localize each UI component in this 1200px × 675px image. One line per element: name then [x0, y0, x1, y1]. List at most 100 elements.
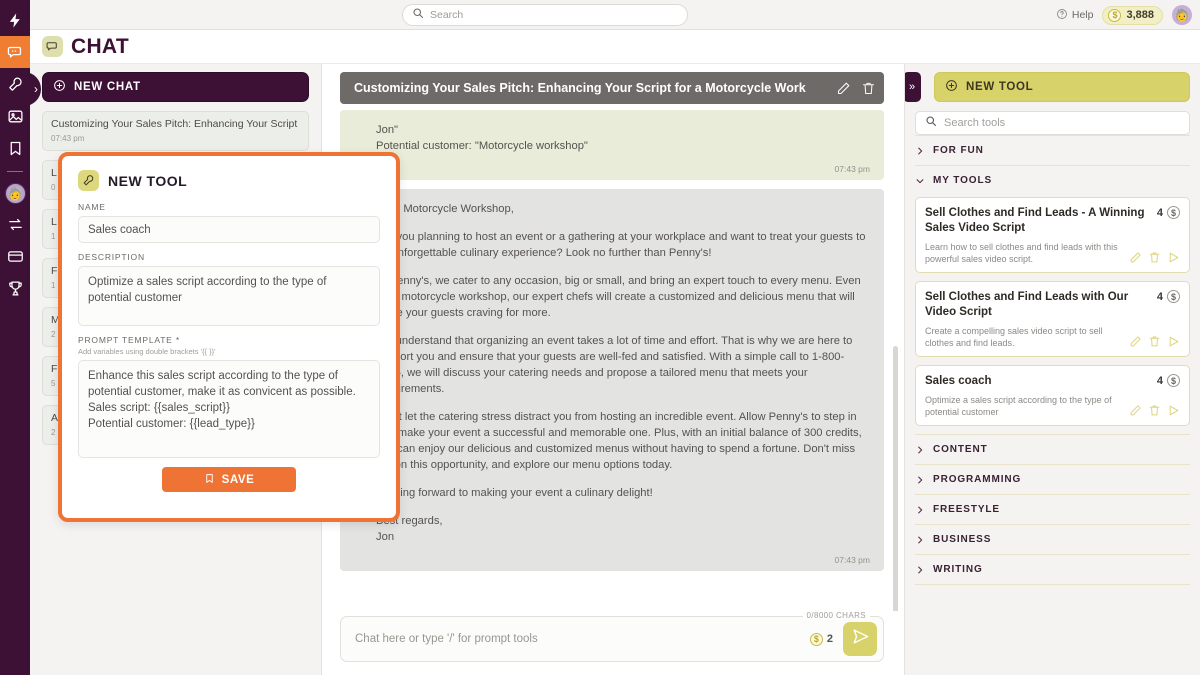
- description-label: DESCRIPTION: [78, 252, 380, 262]
- trash-icon[interactable]: [1148, 404, 1161, 417]
- tools-search-input[interactable]: [944, 117, 1180, 129]
- message-text: Best regards, Jon: [376, 513, 870, 545]
- tools-search[interactable]: [915, 111, 1190, 135]
- tool-price-value: 4: [1157, 375, 1163, 387]
- message-time: 07:43 pm: [376, 555, 870, 565]
- chat-input[interactable]: Chat here or type '/' for prompt tools: [355, 633, 800, 645]
- chevron-double-right-icon[interactable]: »: [904, 72, 921, 102]
- chevron-right-icon: [915, 505, 925, 515]
- save-label: SAVE: [222, 474, 255, 486]
- composer[interactable]: Chat here or type '/' for prompt tools $…: [340, 616, 884, 662]
- top-bar: Help $ 3,888 🧓: [30, 0, 1200, 30]
- search-input[interactable]: [430, 9, 678, 21]
- coin-icon: $: [1167, 206, 1180, 219]
- chevron-right-icon: [915, 475, 925, 485]
- modal-title: NEW TOOL: [108, 173, 187, 189]
- tool-category-my-tools[interactable]: MY TOOLS: [915, 165, 1190, 195]
- tool-category-freestyle[interactable]: FREESTYLE: [915, 494, 1190, 524]
- global-search[interactable]: [402, 4, 688, 26]
- search-icon: [412, 6, 424, 24]
- category-label: CONTENT: [933, 444, 988, 455]
- coin-icon: $: [1167, 290, 1180, 303]
- category-label: MY TOOLS: [933, 175, 992, 186]
- tool-name-input[interactable]: Sales coach: [78, 216, 380, 243]
- tool-category-for-fun[interactable]: FOR FUN: [915, 135, 1190, 165]
- tool-card[interactable]: Sell Clothes and Find Leads - A Winning …: [915, 197, 1190, 273]
- top-bar-right: Help $ 3,888 🧓: [1056, 0, 1192, 30]
- category-label: FOR FUN: [933, 145, 984, 156]
- rail-item-transfer[interactable]: [0, 208, 30, 240]
- wrench-icon: [7, 76, 24, 93]
- send-icon: [851, 627, 870, 651]
- prompt-template-hint: Add variables using double brackets '{{ …: [78, 347, 380, 356]
- tool-description: Optimize a sales script according to the…: [925, 394, 1123, 418]
- tool-category-content[interactable]: CONTENT: [915, 434, 1190, 464]
- tool-category-programming[interactable]: PROGRAMMING: [915, 464, 1190, 494]
- play-icon[interactable]: [1167, 404, 1180, 417]
- bookmark-icon: [7, 140, 24, 157]
- tool-card[interactable]: Sell Clothes and Find Leads with Our Vid…: [915, 281, 1190, 357]
- tool-category-writing[interactable]: WRITING: [915, 554, 1190, 584]
- tool-name: Sales coach: [925, 374, 1149, 389]
- edit-icon[interactable]: [1129, 404, 1142, 417]
- message-text: We understand that organizing an event t…: [376, 333, 870, 397]
- trash-icon[interactable]: [1148, 251, 1161, 264]
- chevron-right-icon[interactable]: ›: [30, 72, 41, 106]
- rail-item-saved[interactable]: [0, 132, 30, 164]
- chat-list-item[interactable]: Customizing Your Sales Pitch: Enhancing …: [42, 111, 309, 151]
- trash-icon[interactable]: [1148, 335, 1161, 348]
- user-avatar[interactable]: 🧓: [1172, 5, 1192, 25]
- rail-item-rewards[interactable]: [0, 272, 30, 304]
- save-button[interactable]: SAVE: [162, 467, 296, 492]
- pencil-icon[interactable]: [836, 81, 851, 96]
- coin-icon: $: [1108, 9, 1121, 22]
- left-rail: 🧓: [0, 0, 30, 675]
- tool-name: Sell Clothes and Find Leads with Our Vid…: [925, 290, 1149, 320]
- tools-panel: » NEW TOOL: [904, 64, 1200, 675]
- help-button[interactable]: Help: [1056, 8, 1094, 23]
- message-scroll-area[interactable]: Jon" Potential customer: "Motorcycle wor…: [322, 104, 904, 611]
- plus-circle-icon: [945, 79, 958, 95]
- send-button[interactable]: [843, 622, 877, 656]
- new-tool-button[interactable]: NEW TOOL: [934, 72, 1190, 102]
- chat-item-time: 07:43 pm: [51, 134, 300, 143]
- tool-name: Sell Clothes and Find Leads - A Winning …: [925, 206, 1149, 236]
- transfer-icon: [7, 216, 24, 233]
- prompt-template-input[interactable]: Enhance this sales script according to t…: [78, 360, 380, 458]
- tool-description: Create a compelling sales video script t…: [925, 325, 1123, 349]
- edit-icon[interactable]: [1129, 335, 1142, 348]
- tool-price-value: 4: [1157, 207, 1163, 219]
- message-user: Jon" Potential customer: "Motorcycle wor…: [340, 110, 884, 180]
- trash-icon[interactable]: [861, 81, 876, 96]
- category-label: BUSINESS: [933, 534, 991, 545]
- tool-price: 4 $: [1157, 290, 1180, 303]
- tool-category-end-divider: [915, 584, 1190, 585]
- new-tool-modal: NEW TOOL NAME Sales coach DESCRIPTION Op…: [58, 152, 400, 522]
- tool-description: Learn how to sell clothes and find leads…: [925, 241, 1123, 265]
- tool-category-business[interactable]: BUSINESS: [915, 524, 1190, 554]
- question-icon: [1056, 8, 1068, 23]
- message-text: Jon" Potential customer: "Motorcycle wor…: [376, 122, 870, 154]
- play-icon[interactable]: [1167, 335, 1180, 348]
- vertical-scrollbar[interactable]: [893, 346, 898, 611]
- play-icon[interactable]: [1167, 251, 1180, 264]
- rail-item-tools[interactable]: [0, 68, 30, 100]
- credits-badge[interactable]: $ 3,888: [1102, 6, 1163, 25]
- category-label: FREESTYLE: [933, 504, 1000, 515]
- lightning-icon: [7, 12, 24, 29]
- tool-description-input[interactable]: Optimize a sales script according to the…: [78, 266, 380, 326]
- composer-area: 0/8000 CHARS Chat here or type '/' for p…: [322, 611, 904, 675]
- coin-icon: $: [810, 633, 823, 646]
- avatar-icon[interactable]: 🧓: [5, 183, 26, 204]
- prompt-template-label: PROMPT TEMPLATE *: [78, 335, 380, 345]
- edit-icon[interactable]: [1129, 251, 1142, 264]
- chevron-right-icon: [915, 565, 925, 575]
- conversation-header: Customizing Your Sales Pitch: Enhancing …: [340, 72, 884, 104]
- rail-item-lightning[interactable]: [0, 4, 30, 36]
- rail-item-images[interactable]: [0, 100, 30, 132]
- page-header: CHAT: [30, 30, 1200, 64]
- rail-item-billing[interactable]: [0, 240, 30, 272]
- new-chat-button[interactable]: NEW CHAT: [42, 72, 309, 102]
- rail-item-chat[interactable]: [0, 36, 30, 68]
- tool-card[interactable]: Sales coach 4 $ Optimize a sales script …: [915, 365, 1190, 426]
